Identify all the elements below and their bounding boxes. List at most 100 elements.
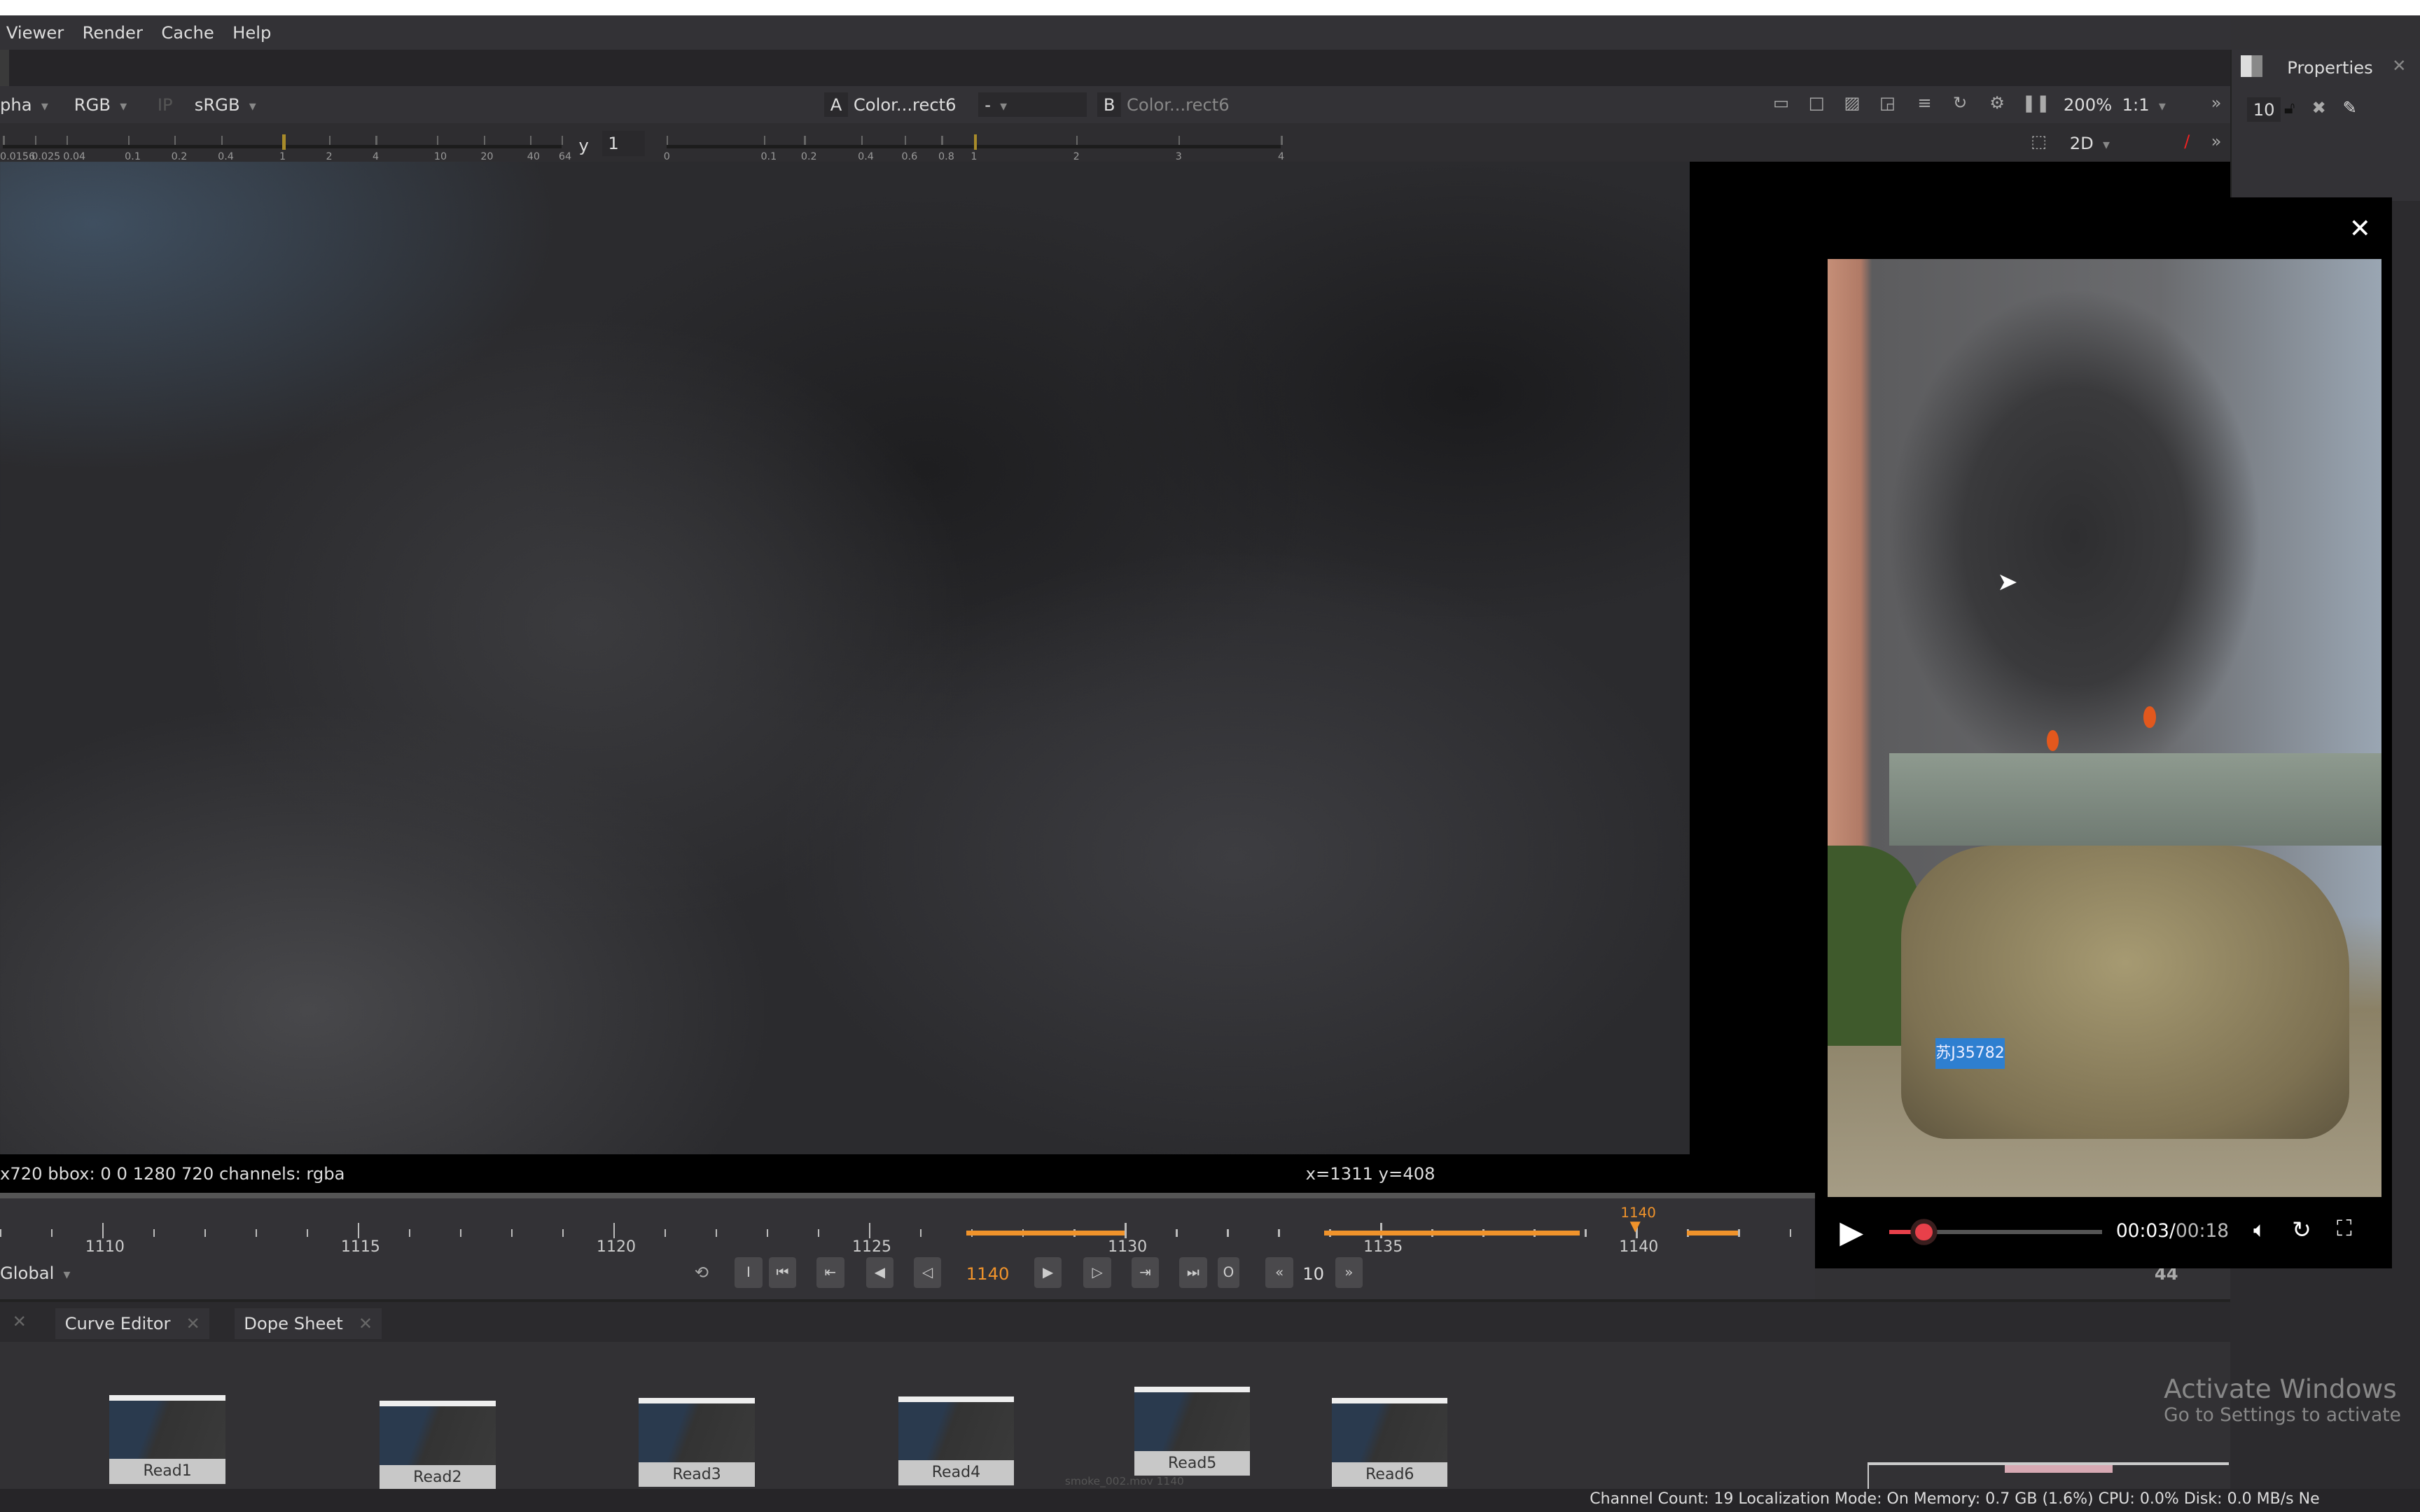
colorspace-dropdown[interactable]: sRGB [195, 92, 287, 117]
close-icon[interactable]: ✕ [186, 1313, 200, 1334]
view-mode-dropdown[interactable]: 2D [2070, 131, 2147, 155]
viewer-canvas[interactable] [0, 162, 1690, 1154]
node-read2[interactable]: Read2 [380, 1401, 496, 1490]
input-b-dropdown[interactable]: Color...rect6 [1127, 92, 1230, 117]
playhead[interactable]: ▼ [1630, 1218, 1641, 1234]
play-icon[interactable]: ▶ [1840, 1214, 1863, 1250]
node-thumbnail [109, 1400, 225, 1460]
menu-help[interactable]: Help [232, 22, 271, 43]
license-plate: 苏J35782 [1935, 1038, 2005, 1070]
tab-curve-editor[interactable]: Curve Editor ✕ [55, 1308, 210, 1339]
paint-icon[interactable]: / [2176, 131, 2198, 153]
refresh-icon[interactable]: ↻ [1949, 92, 1971, 114]
step-forward-icon[interactable]: ▷ [1083, 1257, 1111, 1289]
stripes-icon[interactable]: ▨ [1841, 92, 1863, 114]
timeline-tick [869, 1223, 871, 1239]
timeline-tick [1176, 1228, 1178, 1237]
scale-tick [530, 135, 532, 146]
timeline-tick [153, 1228, 155, 1237]
current-frame-input[interactable]: 1140 [966, 1264, 1010, 1284]
skip-back-icon[interactable]: « [1265, 1257, 1294, 1289]
bottom-tab-bar: ✕ Curve Editor ✕ Dope Sheet ✕ [0, 1298, 2230, 1343]
safe-area-icon[interactable]: ▭ [1770, 92, 1792, 114]
pencil-icon[interactable]: ✎ [2343, 97, 2357, 118]
next-keyframe-icon[interactable]: ⇥ [1131, 1257, 1160, 1289]
lock-open-icon[interactable]: 🔓︎ [2284, 97, 2295, 118]
fullscreen-icon[interactable]: ⛶ [2337, 1216, 2352, 1242]
watermark-title: Activate Windows [2164, 1373, 2397, 1404]
slider-handle[interactable] [282, 134, 286, 150]
video-seek-bar[interactable] [1889, 1223, 2102, 1241]
scale-label: 1 [279, 150, 286, 162]
menu-viewer[interactable]: Viewer [6, 22, 64, 43]
menu-cache[interactable]: Cache [161, 22, 214, 43]
frame-range-scope-dropdown[interactable]: Global [0, 1261, 70, 1285]
node-read5[interactable]: Read5 [1134, 1387, 1251, 1476]
input-process-toggle[interactable]: IP [158, 92, 173, 117]
alpha-channel-dropdown[interactable]: pha [0, 92, 48, 117]
node-label: Read3 [672, 1465, 721, 1483]
timeline-tick [1278, 1228, 1280, 1237]
lines-icon[interactable]: ≡ [1914, 92, 1935, 114]
node-graph[interactable]: Read1 Read2 Read3 Read4 Read5 Read6 smok… [0, 1342, 2401, 1490]
close-icon[interactable]: ✕ [359, 1313, 373, 1334]
play-backward-icon[interactable]: ◀ [865, 1257, 894, 1289]
tab-dope-sheet[interactable]: Dope Sheet ✕ [235, 1308, 382, 1339]
replay-icon[interactable]: ↻ [2292, 1216, 2311, 1243]
properties-title: Properties [2287, 57, 2373, 78]
scale-tick [667, 135, 669, 146]
clear-icon[interactable]: ✖ [2312, 97, 2326, 118]
seek-bar-handle[interactable] [1915, 1223, 1933, 1241]
pause-icon[interactable]: ❚❚ [2022, 92, 2050, 114]
zoom-level[interactable]: 200% [2064, 92, 2112, 117]
skip-forward-icon[interactable]: » [1335, 1257, 1363, 1289]
frame-icon[interactable]: □ [1806, 92, 1828, 114]
node-read6[interactable]: Read6 [1332, 1397, 1448, 1487]
node-read3[interactable]: Read3 [639, 1397, 755, 1487]
close-icon[interactable]: ✕ [2349, 213, 2371, 244]
chevron-double-down-icon[interactable]: » [2206, 92, 2227, 114]
scale-tick [1281, 135, 1283, 146]
video-frame[interactable]: 苏J35782 ➤ [1827, 259, 2381, 1198]
close-icon[interactable]: ✕ [13, 1311, 27, 1331]
timeline-tick [1125, 1223, 1127, 1239]
gamma-slider[interactable]: 0 0.1 0.2 0.4 0.6 0.8 1 2 3 4 [664, 133, 1284, 162]
increment-input[interactable]: 10 [1302, 1264, 1324, 1284]
input-a-dropdown[interactable]: Color...rect6 [854, 92, 957, 117]
volume-icon[interactable]: 🔈︎ [2253, 1217, 2267, 1243]
tab-label: Dope Sheet [244, 1312, 343, 1334]
playback-mode-icon[interactable]: ⟲ [695, 1262, 709, 1282]
gamma-input[interactable]: 1 [601, 131, 646, 156]
max-panels-input[interactable]: 10 [2246, 97, 2281, 122]
timeline-tick [460, 1228, 462, 1237]
node-thumbnail [1134, 1392, 1251, 1452]
node-read4[interactable]: Read4 [898, 1396, 1015, 1485]
roi-icon[interactable]: ⬚ [2028, 131, 2050, 153]
timeline-tick [511, 1228, 513, 1237]
menu-render[interactable]: Render [83, 22, 143, 43]
viewer-tab[interactable] [0, 49, 10, 87]
gain-slider[interactable]: 0.0156 0.025 0.04 0.1 0.2 0.4 1 2 4 10 20 40 64 [0, 133, 571, 162]
slider-handle[interactable] [973, 134, 978, 150]
out-point-button[interactable]: O [1218, 1257, 1239, 1289]
video-time: 00:03/00:18 [2116, 1220, 2229, 1242]
node-graph-minimap[interactable] [1867, 1462, 2229, 1489]
panel-icon[interactable] [2241, 55, 2262, 78]
chevron-double-down-icon[interactable]: » [2206, 131, 2227, 153]
scale-label: 1 [971, 150, 978, 162]
first-frame-icon[interactable]: ⏮ [768, 1257, 797, 1289]
timeline[interactable]: 1110 1115 1120 1125 1130 1135 1140 1140 ▼ [0, 1192, 1816, 1301]
gear-icon[interactable]: ⚙ [1987, 92, 2008, 114]
node-read1[interactable]: Read1 [109, 1394, 225, 1484]
step-back-icon[interactable]: ◁ [913, 1257, 942, 1289]
last-frame-icon[interactable]: ⏭ [1178, 1257, 1207, 1289]
prev-keyframe-icon[interactable]: ⇤ [816, 1257, 844, 1289]
channels-dropdown[interactable]: RGB [74, 92, 127, 117]
compare-mode-dropdown[interactable]: - [978, 92, 1087, 118]
play-icon[interactable]: ▶ [1034, 1257, 1062, 1289]
wipe-icon[interactable]: ◲ [1877, 92, 1898, 114]
pixel-ratio-dropdown[interactable]: 1:1 [2122, 92, 2184, 117]
scale-tick [562, 135, 564, 146]
in-point-button[interactable]: I [735, 1257, 763, 1289]
close-icon[interactable]: ✕ [2392, 55, 2406, 76]
